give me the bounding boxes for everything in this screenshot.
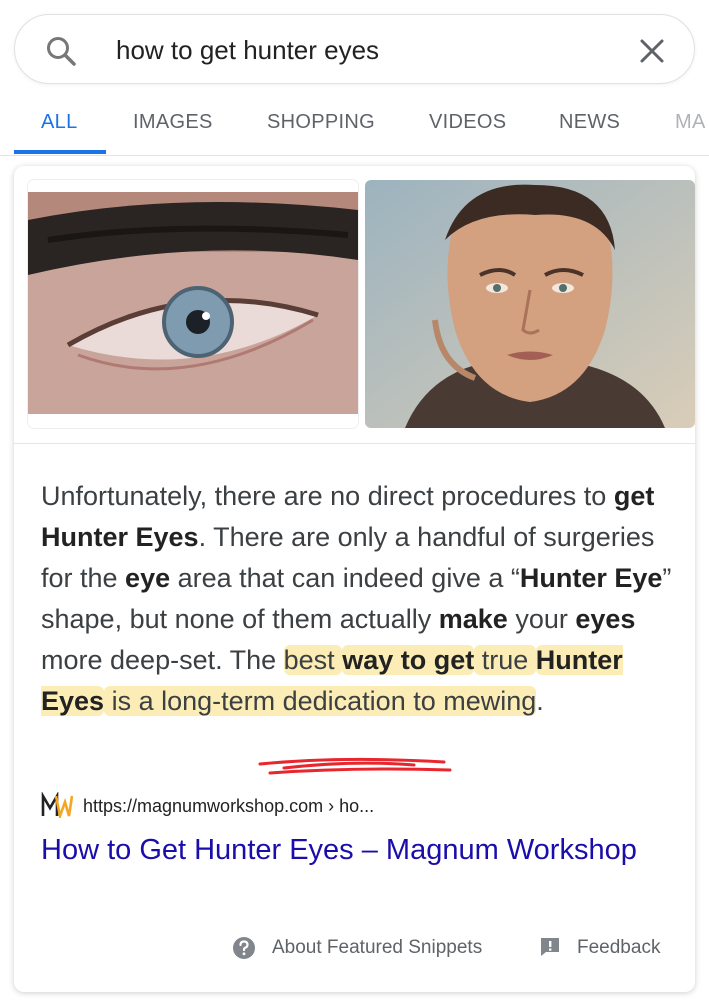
favicon-text: MW (41, 792, 70, 796)
red-scribble-annotation (258, 757, 452, 775)
about-featured-snippets-link[interactable]: About Featured Snippets (272, 937, 482, 959)
source-url[interactable]: https://magnumworkshop.com › ho... (83, 796, 374, 817)
snippet-segment: make (438, 604, 508, 634)
feedback-icon[interactable] (539, 936, 561, 958)
image-thumbnail-portrait[interactable] (365, 180, 695, 428)
result-title-link[interactable]: How to Get Hunter Eyes – Magnum Workshop (41, 830, 641, 871)
snippet-segment: best (283, 645, 343, 675)
snippet-segment: is a long-term dedication to mewing (104, 686, 537, 716)
image-thumbnail-eye[interactable] (28, 180, 358, 428)
tab-shopping[interactable]: SHOPPING (267, 111, 375, 134)
snippet-segment: Unfortunately, there are no direct proce… (41, 481, 614, 511)
snippet-segment: . (536, 686, 544, 716)
source-citation[interactable]: MW https://magnumworkshop.com › ho... (41, 792, 661, 820)
search-icon[interactable] (45, 35, 77, 67)
close-icon[interactable] (638, 37, 666, 65)
feedback-link[interactable]: Feedback (577, 937, 660, 959)
featured-snippet-card: Unfortunately, there are no direct proce… (14, 166, 695, 992)
search-input[interactable]: how to get hunter eyes (116, 35, 379, 65)
snippet-segment: true (474, 645, 536, 675)
snippet-segment: eye (125, 563, 171, 593)
active-tab-indicator (14, 150, 106, 154)
snippet-segment: more deep-set. The (41, 645, 284, 675)
help-circle-icon[interactable] (232, 936, 256, 960)
tab-images[interactable]: IMAGES (133, 111, 213, 134)
snippet-segment: your (507, 604, 576, 634)
search-tabs: ALL IMAGES SHOPPING VIDEOS NEWS MA (0, 98, 709, 156)
snippet-segment: way to get (342, 645, 475, 675)
snippet-footer: About Featured Snippets Feedback (14, 934, 695, 974)
snippet-segment: area that can indeed give a “ (170, 563, 520, 593)
snippet-segment: eyes (575, 604, 636, 634)
tab-news[interactable]: NEWS (559, 111, 620, 134)
search-bar[interactable]: how to get hunter eyes (14, 14, 695, 84)
tab-maps[interactable]: MA (675, 111, 706, 134)
snippet-segment: Hunter Eye (519, 563, 663, 593)
snippet-text: Unfortunately, there are no direct proce… (41, 476, 673, 722)
image-carousel[interactable] (14, 166, 695, 444)
tab-videos[interactable]: VIDEOS (429, 111, 506, 134)
tab-all[interactable]: ALL (41, 111, 78, 134)
site-favicon: MW (41, 792, 73, 818)
